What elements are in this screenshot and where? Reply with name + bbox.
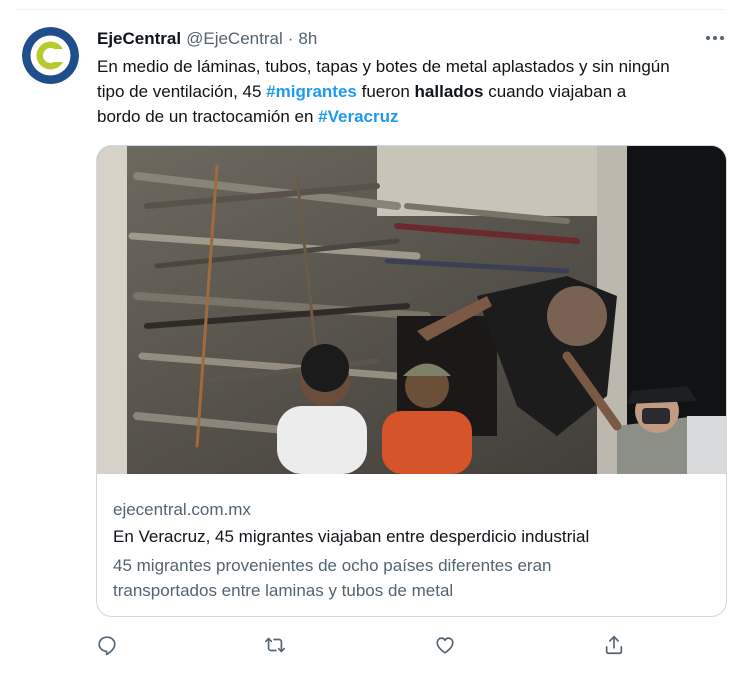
like-button[interactable] xyxy=(432,632,458,658)
bold-text-hallados: hallados xyxy=(414,82,484,101)
card-description: 45 migrantes provenientes de ocho países… xyxy=(113,553,713,603)
separator-dot: · xyxy=(287,29,294,48)
tweet[interactable]: EjeCentral @EjeCentral · 8h En medio de … xyxy=(0,0,741,674)
text-segment: cuando viajaban a xyxy=(483,82,627,101)
share-icon xyxy=(605,635,623,655)
link-card[interactable]: ejecentral.com.mx En Veracruz, 45 migran… xyxy=(96,145,727,617)
tweet-text-line: bordo de un tractocamión en #Veracruz xyxy=(97,104,727,129)
card-domain: ejecentral.com.mx xyxy=(113,500,251,519)
retweet-button[interactable] xyxy=(262,632,288,658)
more-dot xyxy=(720,36,724,40)
ejecentral-logo xyxy=(22,27,79,84)
card-description-line: 45 migrantes provenientes de ocho países… xyxy=(113,556,552,575)
more-dot xyxy=(706,36,710,40)
reply-icon xyxy=(98,636,116,656)
user-handle[interactable]: @EjeCentral xyxy=(186,29,283,49)
card-image[interactable] xyxy=(97,146,726,474)
hashtag-link-veracruz[interactable]: #Veracruz xyxy=(318,107,398,126)
more-icon[interactable] xyxy=(700,28,730,48)
card-description-line: transportados entre laminas y tubos de m… xyxy=(113,581,454,600)
more-dot xyxy=(713,36,717,40)
tweet-text-line: tipo de ventilación, 45 #migrantes fuero… xyxy=(97,79,727,104)
tweet-header: EjeCentral @EjeCentral · 8h xyxy=(97,27,317,51)
text-segment: fueron xyxy=(356,82,415,101)
action-bar xyxy=(0,630,741,660)
divider xyxy=(16,9,726,10)
tweet-text-line: En medio de láminas, tubos, tapas y bote… xyxy=(97,54,727,79)
retweet-icon xyxy=(265,637,285,653)
display-name[interactable]: EjeCentral xyxy=(97,29,181,49)
timestamp[interactable]: 8h xyxy=(298,29,317,49)
text-segment: En medio de láminas, tubos, tapas y bote… xyxy=(97,57,670,76)
avatar[interactable] xyxy=(22,27,79,84)
card-title: En Veracruz, 45 migrantes viajaban entre… xyxy=(113,527,590,546)
truck-cargo-photo xyxy=(97,146,726,474)
hashtag-link-migrantes[interactable]: #migrantes xyxy=(266,82,357,101)
text-segment: bordo de un tractocamión en xyxy=(97,107,319,126)
share-button[interactable] xyxy=(601,632,627,658)
reply-button[interactable] xyxy=(94,632,120,658)
text-segment: tipo de ventilación, 45 xyxy=(97,82,267,101)
tweet-text: En medio de láminas, tubos, tapas y bote… xyxy=(97,54,727,129)
like-icon xyxy=(436,637,454,654)
